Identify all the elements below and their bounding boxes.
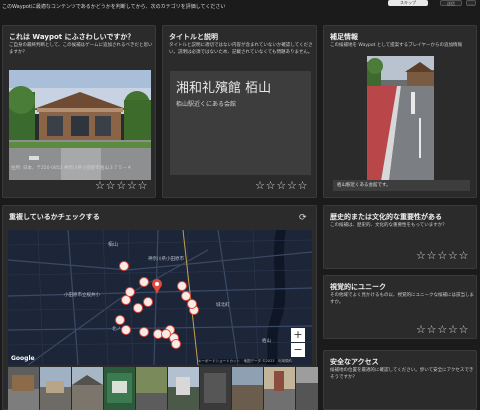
supplementary-title: 補足情報 [330, 33, 358, 41]
candidate-photo[interactable] [9, 70, 151, 180]
map-attribution[interactable]: キーボードショートカット 地図データ ©2023 利用規約 [198, 359, 293, 364]
map-canvas: 栢山 神奈川県小田原市 小田原市立桜井小 城北町 北ノ… 栢山 [8, 230, 312, 365]
refresh-icon[interactable]: ⟳ [299, 213, 307, 223]
title-card: タイトルと説明 タイトルと説明に適切ではない内容が含まれていないか確認してくださ… [162, 25, 317, 198]
poi-text-box: 湘和礼殯館 栢山 栢山駅近くにある会館 [170, 71, 311, 175]
thumbnail[interactable] [104, 367, 135, 410]
safe-access-description: 候補地の位置を最適的に確認してください。歩いて安全にアクセスできそうですか？ [330, 368, 474, 380]
safe-access-card: 安全なアクセス 候補地の位置を最適的に確認してください。歩いて安全にアクセスでき… [323, 350, 477, 410]
historic-title: 歴史的または文化的な重要性がある [330, 213, 442, 221]
historic-rating[interactable]: ☆☆☆☆☆ [416, 250, 469, 261]
thumbnail[interactable] [72, 367, 103, 410]
eligibility-rating[interactable]: ☆☆☆☆☆ [95, 180, 148, 191]
title-card-title: タイトルと説明 [169, 33, 218, 41]
svg-text:城北町: 城北町 [216, 301, 230, 308]
zoom-out-button[interactable]: − [291, 343, 305, 357]
visual-card: 視覚的にユニーク その他域でよく見かけるもの以、視覚的にユニークな候補には該当し… [323, 275, 477, 339]
top-bar: このWaypotに最適なコンテンツであるかどうかを判断してから、次のカテゴリを評… [0, 0, 480, 12]
historic-description: この候補は、歴史的、文化的な重要性をもっていますか？ [330, 223, 447, 228]
thumbnail[interactable] [136, 367, 167, 410]
poi-title: 湘和礼殯館 栢山 [176, 81, 272, 96]
svg-text:栢山: 栢山 [262, 337, 271, 344]
visual-rating[interactable]: ☆☆☆☆☆ [416, 324, 469, 335]
google-logo: Google [11, 355, 35, 362]
thumbnail[interactable] [40, 367, 71, 410]
supplementary-caption: 栢山駅近くある会館です。 [333, 180, 470, 191]
poi-description: 栢山駅近くにある会館 [176, 101, 237, 108]
title-card-description: タイトルと説明に適切ではない内容が含まれていないか確認してください。説明は必須で… [169, 43, 313, 55]
thumbnail[interactable] [232, 367, 263, 410]
duplicates-map[interactable]: 栢山 神奈川県小田原市 小田原市立桜井小 城北町 北ノ… 栢山 + − Goog… [8, 230, 312, 365]
svg-text:神奈川県小田原市: 神奈川県小田原市 [148, 255, 184, 262]
duplicates-title: 重複しているかチェックする [9, 213, 100, 221]
skip-button[interactable]: スキップ [388, 0, 428, 6]
svg-text:栢山: 栢山 [108, 241, 118, 248]
title-rating[interactable]: ☆☆☆☆☆ [255, 180, 308, 191]
more-button[interactable]: … [466, 0, 476, 6]
visual-title: 視覚的にユニーク [330, 283, 386, 291]
svg-text:小田原市立桜井小: 小田原市立桜井小 [64, 291, 100, 298]
zoom-in-button[interactable]: + [291, 328, 305, 342]
submit-button[interactable]: 送信 [440, 0, 462, 6]
nearby-thumbnails [8, 367, 318, 410]
instruction-text: このWaypotに最適なコンテンツであるかどうかを判断してから、次のカテゴリを評… [2, 4, 226, 10]
eligibility-title: これは Waypot にふさわしいですか？ [9, 33, 135, 41]
eligibility-description: ご自身の最終判断として、この候補はゲームに追加されるべきだと思いますか？ [9, 43, 153, 55]
supplementary-card: 補足情報 この候補地を Waypot として提案するプレイヤーからの追加情報 栢… [323, 25, 477, 198]
safe-access-title: 安全なアクセス [330, 358, 379, 366]
thumbnail[interactable] [168, 367, 199, 410]
supplementary-description: この候補地を Waypot として提案するプレイヤーからの追加情報 [330, 43, 463, 48]
thumbnail[interactable] [8, 367, 39, 410]
eligibility-card: これは Waypot にふさわしいですか？ ご自身の最終判断として、この候補はゲ… [2, 25, 156, 198]
thumbnail[interactable] [296, 367, 318, 410]
candidate-address: 住所: 日本、〒250-0852 神奈川県小田原市栢山３７５－４ [11, 166, 132, 171]
thumbnail[interactable] [264, 367, 295, 410]
historic-card: 歴史的または文化的な重要性がある この候補は、歴史的、文化的な重要性をもっていま… [323, 205, 477, 269]
visual-description: その他域でよく見かけるもの以、視覚的にユニークな候補には該当しますか。 [330, 293, 474, 305]
thumbnail[interactable] [200, 367, 231, 410]
